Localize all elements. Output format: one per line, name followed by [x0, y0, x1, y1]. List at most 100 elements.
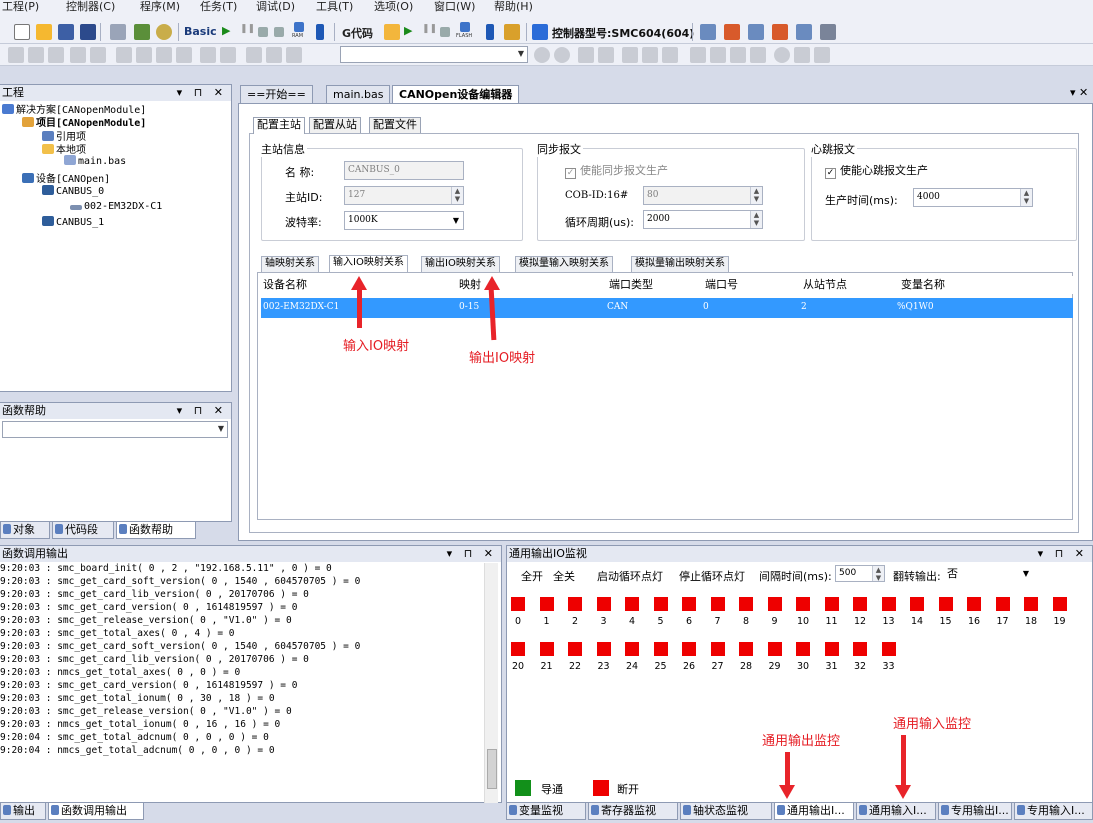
flip-select[interactable]: 否 ▼	[947, 565, 1033, 582]
watch-icon[interactable]	[750, 47, 766, 63]
output-led-10[interactable]	[796, 597, 810, 611]
output-led-15[interactable]	[938, 597, 953, 611]
menu-window[interactable]: 窗口(W)	[434, 0, 475, 14]
table-icon[interactable]	[662, 47, 678, 63]
table-row[interactable]: 002-EM32DX-C1 0-15 CAN 0 2 %Q1W0	[261, 298, 1073, 318]
stop-loop-button[interactable]: 停止循环点灯	[679, 568, 745, 584]
tree-main-bas[interactable]: main.bas	[64, 155, 126, 167]
bookmark-icon[interactable]	[116, 47, 132, 63]
heartbeat-enable-checkbox[interactable]: ✓ 使能心跳报文生产	[825, 162, 928, 179]
break-icon[interactable]	[730, 47, 746, 63]
tab-analog-output-map[interactable]: 模拟量输出映射关系	[631, 256, 729, 272]
tab-axis-map[interactable]: 轴映射关系	[261, 256, 319, 272]
log-scrollbar[interactable]	[484, 563, 498, 803]
col-variable-name[interactable]: 变量名称	[901, 276, 945, 294]
paste-icon[interactable]	[48, 47, 64, 63]
comment-icon[interactable]	[246, 47, 262, 63]
copy-icon[interactable]	[28, 47, 44, 63]
spinner-icon[interactable]: ▲ ▼	[750, 211, 762, 228]
pause-icon[interactable]: ❚❚	[240, 24, 256, 40]
align-right-icon[interactable]	[598, 47, 614, 63]
cut-icon[interactable]	[8, 47, 24, 63]
spinner-icon[interactable]: ▲ ▼	[750, 187, 762, 204]
all-on-button[interactable]: 全开	[521, 568, 543, 584]
new-file-icon[interactable]	[14, 24, 30, 40]
menu-tools[interactable]: 工具(T)	[316, 0, 353, 14]
doc-tabs-controls[interactable]: ▾ ✕	[1070, 86, 1088, 99]
save-icon[interactable]	[58, 24, 74, 40]
tab-objects[interactable]: 对象	[0, 522, 50, 539]
outdent-icon[interactable]	[220, 47, 236, 63]
master-id-input[interactable]: 127 ▲ ▼	[344, 186, 464, 205]
list-icon[interactable]	[622, 47, 638, 63]
output-led-3[interactable]	[596, 597, 611, 611]
tree-canbus1[interactable]: CANBUS_1	[42, 216, 104, 228]
connect-icon[interactable]	[504, 24, 520, 40]
spinner-icon[interactable]: ▲ ▼	[1020, 189, 1032, 206]
spinner-icon[interactable]: ▲ ▼	[872, 566, 884, 582]
output-led-18[interactable]	[1024, 597, 1038, 611]
menu-help[interactable]: 帮助(H)	[494, 0, 533, 14]
tab-general-output[interactable]: 通用输出I...	[774, 803, 854, 820]
tab-canopen-editor[interactable]: CANOpen设备编辑器	[392, 85, 520, 103]
report-icon[interactable]	[794, 47, 810, 63]
all-off-button[interactable]: 全关	[553, 568, 575, 584]
interval-input[interactable]: 500 ▲ ▼	[835, 565, 885, 582]
output-led-29[interactable]	[767, 642, 782, 656]
align-left-icon[interactable]	[578, 47, 594, 63]
cycle-input[interactable]: 2000 ▲ ▼	[643, 210, 763, 229]
output-led-0[interactable]	[511, 597, 525, 611]
goto-icon[interactable]	[176, 47, 192, 63]
output-led-25[interactable]	[653, 642, 668, 656]
panel-controls[interactable]: ▾ ⊓ ✕	[177, 403, 227, 418]
gcode-stop-icon[interactable]	[440, 27, 450, 37]
uncomment-icon[interactable]	[266, 47, 282, 63]
tab-main-bas[interactable]: main.bas	[326, 85, 391, 103]
tab-special-input[interactable]: 专用输入I...	[1014, 803, 1093, 820]
tab-function-help[interactable]: 函数帮助	[116, 522, 196, 539]
output-led-1[interactable]	[539, 597, 554, 611]
format-icon[interactable]	[286, 47, 302, 63]
axis-tool-icon[interactable]	[700, 24, 716, 40]
output-led-12[interactable]	[853, 597, 867, 611]
record-icon[interactable]	[774, 47, 790, 63]
search-icon[interactable]	[814, 47, 830, 63]
tab-output[interactable]: 输出	[0, 803, 46, 820]
output-led-30[interactable]	[796, 642, 810, 656]
scrollbar-thumb[interactable]	[487, 749, 497, 789]
menu-project[interactable]: 工程(P)	[2, 0, 39, 14]
gcode-run-icon[interactable]: ▶	[404, 24, 420, 40]
tree-project[interactable]: 项目[CANopenModule]	[22, 114, 146, 129]
output-led-27[interactable]	[710, 642, 725, 656]
panel-controls[interactable]: ▾ ⊓ ✕	[1038, 546, 1088, 561]
col-map-range[interactable]: 映射	[459, 276, 481, 294]
output-led-17[interactable]	[995, 597, 1010, 611]
output-led-16[interactable]	[967, 597, 981, 611]
step-icon[interactable]	[690, 47, 706, 63]
output-led-26[interactable]	[682, 642, 696, 656]
output-led-31[interactable]	[824, 642, 839, 656]
help-combo[interactable]: ▼	[2, 421, 228, 438]
tree-em32dx[interactable]: 002-EM32DX-C1	[70, 201, 162, 212]
download-ram-icon[interactable]	[294, 22, 304, 32]
redo-icon[interactable]	[90, 47, 106, 63]
output-led-21[interactable]	[539, 642, 554, 656]
settings-tool-icon[interactable]	[820, 24, 836, 40]
master-name-input[interactable]: CANBUS_0	[344, 161, 464, 180]
panel-controls[interactable]: ▾ ⊓ ✕	[177, 85, 227, 100]
download-flash-icon[interactable]	[460, 22, 470, 32]
cobid-input[interactable]: 80 ▲ ▼	[643, 186, 763, 205]
output-led-23[interactable]	[596, 642, 611, 656]
reset-icon[interactable]	[274, 27, 284, 37]
indent-icon[interactable]	[200, 47, 216, 63]
list2-icon[interactable]	[642, 47, 658, 63]
output-led-9[interactable]	[767, 597, 782, 611]
output-led-19[interactable]	[1052, 597, 1067, 611]
download-icon[interactable]	[316, 24, 324, 40]
tab-config-slave[interactable]: 配置从站	[309, 117, 361, 133]
menu-debug[interactable]: 调试(D)	[256, 0, 295, 14]
heartbeat-time-input[interactable]: 4000 ▲ ▼	[913, 188, 1033, 207]
output-led-5[interactable]	[653, 597, 668, 611]
tab-config-master[interactable]: 配置主站	[253, 117, 305, 134]
step-into-icon[interactable]	[710, 47, 726, 63]
